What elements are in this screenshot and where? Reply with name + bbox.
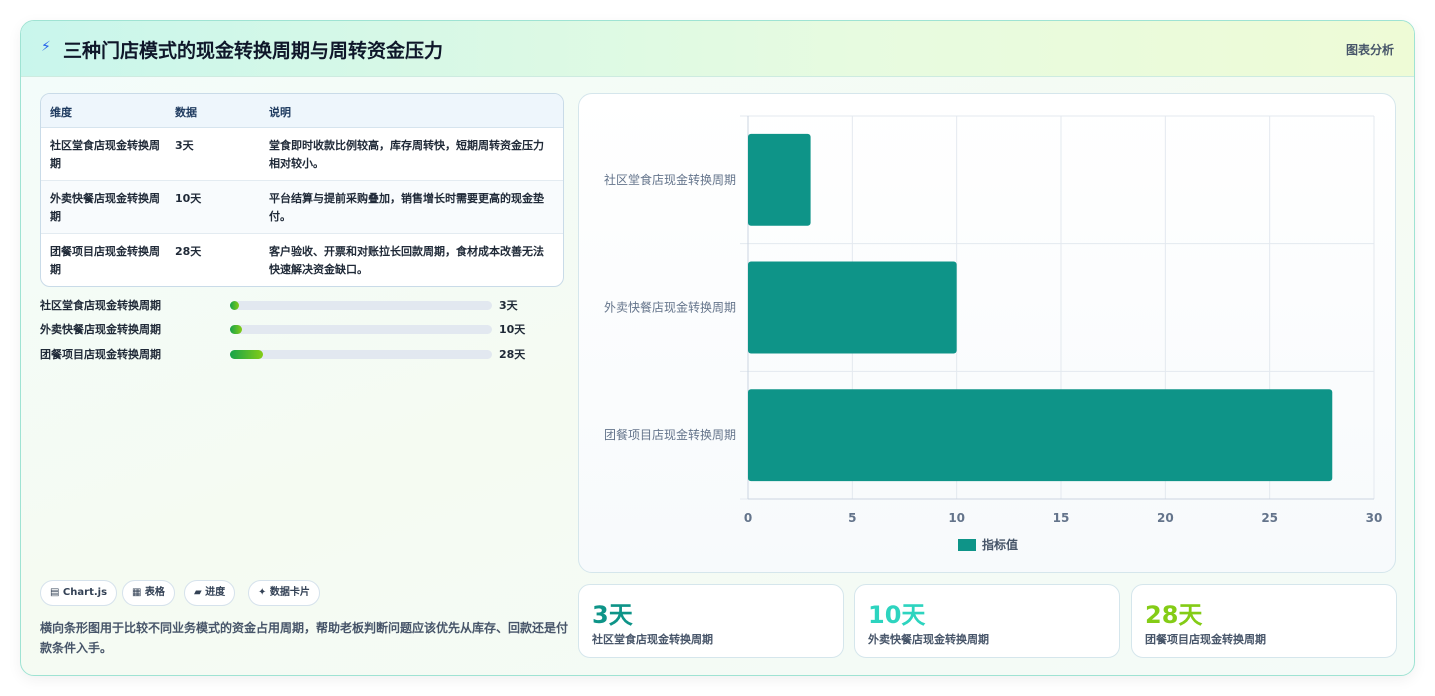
- kpi-value: 28天: [1145, 601, 1203, 629]
- cell-data: 10天: [175, 192, 202, 205]
- progress-row: 团餐项目店现金转换周期 28天: [40, 344, 560, 364]
- progress-value: 10天: [499, 323, 526, 336]
- progress-label: 外卖快餐店现金转换周期: [40, 323, 161, 336]
- progress-fill: [230, 350, 263, 359]
- chart-analysis-tag: 图表分析: [1345, 43, 1394, 57]
- legend-swatch: [958, 539, 976, 551]
- kpi-value: 3天: [592, 601, 633, 629]
- progress-value: 28天: [499, 348, 526, 361]
- chip-data-cards[interactable]: ✦ 数据卡片: [248, 580, 320, 606]
- cell-data: 28天: [175, 245, 202, 258]
- x-tick-label: 10: [948, 511, 965, 525]
- cell-description: 平台结算与提前采购叠加，销售增长时需要更高的现金垫付。: [269, 192, 544, 223]
- progress-track: [230, 325, 492, 334]
- progress-track: [230, 301, 492, 310]
- bar: [748, 389, 1333, 482]
- progress-row: 外卖快餐店现金转换周期 10天: [40, 319, 560, 339]
- analysis-card: ⚡ 三种门店模式的现金转换周期与周转资金压力 图表分析 维度 数据 说明 社区堂…: [20, 20, 1415, 676]
- progress-value: 3天: [499, 299, 518, 312]
- col-header-description: 说明: [269, 106, 291, 119]
- progress-fill: [230, 325, 242, 334]
- x-tick-label: 25: [1261, 511, 1278, 525]
- x-tick-label: 15: [1053, 511, 1070, 525]
- kpi-label: 外卖快餐店现金转换周期: [868, 633, 989, 646]
- page-title: 三种门店模式的现金转换周期与周转资金压力: [63, 40, 444, 62]
- y-tick-label: 团餐项目店现金转换周期: [604, 427, 736, 442]
- bar: [748, 261, 957, 354]
- table-row: 外卖快餐店现金转换周期 10天 平台结算与提前采购叠加，销售增长时需要更高的现金…: [41, 181, 563, 234]
- progress-label: 团餐项目店现金转换周期: [40, 348, 161, 361]
- chart-note: 横向条形图用于比较不同业务模式的资金占用周期，帮助老板判断问题应该优先从库存、回…: [40, 621, 569, 655]
- x-tick-label: 0: [744, 511, 752, 525]
- y-tick-label: 社区堂食店现金转换周期: [604, 172, 736, 187]
- col-header-data: 数据: [175, 106, 197, 119]
- kpi-label: 团餐项目店现金转换周期: [1145, 633, 1266, 646]
- kpi-value: 10天: [868, 601, 926, 629]
- card-header: ⚡ 三种门店模式的现金转换周期与周转资金压力 图表分析: [21, 21, 1414, 77]
- progress-label: 社区堂食店现金转换周期: [40, 299, 161, 312]
- chip-progress[interactable]: ▰ 进度: [184, 580, 236, 606]
- chip-chartjs[interactable]: ▤ Chart.js: [40, 580, 118, 606]
- kpi-card: 10天 外卖快餐店现金转换周期: [854, 584, 1120, 658]
- cell-description: 堂食即时收款比例较高，库存周转快，短期周转资金压力相对较小。: [269, 139, 544, 170]
- x-tick-label: 5: [848, 511, 856, 525]
- cell-data: 3天: [175, 139, 194, 152]
- kpi-card: 3天 社区堂食店现金转换周期: [578, 584, 844, 658]
- cell-description: 客户验收、开票和对账拉长回款周期，食材成本改善无法快速解决资金缺口。: [269, 245, 544, 276]
- cell-dimension: 团餐项目店现金转换周期: [50, 245, 160, 276]
- bar: [748, 133, 811, 226]
- x-tick-label: 20: [1157, 511, 1174, 525]
- chart-panel: 0 5 10 15 20 25 30 社区堂食店现金转换周期 外卖快餐店现金转换周期 团餐项目店现…: [578, 93, 1396, 573]
- data-table: 维度 数据 说明 社区堂食店现金转换周期 3天 堂食即时收款比例较高，库存周转快…: [40, 93, 564, 287]
- x-tick-label: 30: [1366, 511, 1383, 525]
- progress-fill: [230, 301, 240, 310]
- progress-row: 社区堂食店现金转换周期 3天: [40, 295, 560, 315]
- legend-label: 指标值: [982, 537, 1018, 552]
- bar-chart: 0 5 10 15 20 25 30 社区堂食店现金转换周期外卖快餐店现金转换周期团餐项目店现…: [604, 115, 1383, 552]
- col-header-dimension: 维度: [50, 106, 72, 119]
- chip-table[interactable]: ▦ 表格: [122, 580, 175, 606]
- y-tick-label: 外卖快餐店现金转换周期: [604, 300, 736, 315]
- kpi-label: 社区堂食店现金转换周期: [592, 633, 713, 646]
- cell-dimension: 社区堂食店现金转换周期: [50, 139, 160, 170]
- kpi-card: 28天 团餐项目店现金转换周期: [1131, 584, 1397, 658]
- table-row: 团餐项目店现金转换周期 28天 客户验收、开票和对账拉长回款周期，食材成本改善无…: [41, 234, 563, 286]
- table-header: 维度 数据 说明: [41, 94, 563, 128]
- cell-dimension: 外卖快餐店现金转换周期: [50, 192, 160, 223]
- progress-track: [230, 350, 492, 359]
- table-row: 社区堂食店现金转换周期 3天 堂食即时收款比例较高，库存周转快，短期周转资金压力…: [41, 128, 563, 181]
- bolt-icon: ⚡: [41, 39, 51, 55]
